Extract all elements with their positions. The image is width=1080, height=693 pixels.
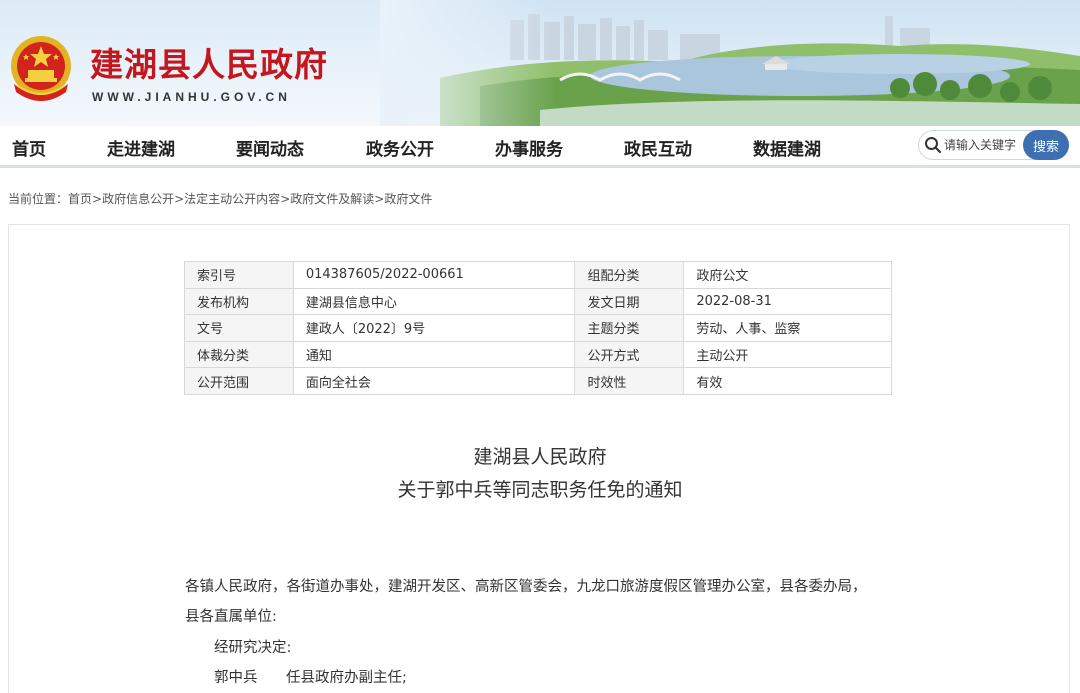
meta-key: 公开范围 xyxy=(184,367,294,395)
meta-value: 主动公开 xyxy=(683,340,892,369)
meta-value: 建湖县信息中心 xyxy=(292,287,576,316)
nav-item-data-jianhu[interactable]: 数据建湖 xyxy=(753,135,821,160)
meta-key: 索引号 xyxy=(184,261,294,289)
city-lake-scenery xyxy=(380,0,1080,126)
breadcrumb-item-documents-interpretation[interactable]: 政府文件及解读 xyxy=(290,192,374,206)
breadcrumb-item-home[interactable]: 首页 xyxy=(68,192,92,206)
meta-key: 发文日期 xyxy=(574,287,685,316)
breadcrumb-item-info-disclosure[interactable]: 政府信息公开 xyxy=(102,192,174,206)
table-row: 发布机构 建湖县信息中心 发文日期 2022-08-31 xyxy=(184,287,892,316)
nav-item-about-jianhu[interactable]: 走进建湖 xyxy=(107,135,175,160)
search-icon xyxy=(925,137,942,154)
breadcrumb: 当前位置：首页>政府信息公开>法定主动公开内容>政府文件及解读>政府文件 xyxy=(8,190,432,207)
meta-value: 2022-08-31 xyxy=(683,287,892,316)
meta-value: 劳动、人事、监察 xyxy=(683,314,892,342)
table-row: 文号 建政人〔2022〕9号 主题分类 劳动、人事、监察 xyxy=(184,314,892,342)
breadcrumb-separator: > xyxy=(280,192,291,206)
table-row: 体裁分类 通知 公开方式 主动公开 xyxy=(184,340,892,369)
site-title[interactable]: 建湖县人民政府 xyxy=(90,38,328,86)
appointee-name: 郭中兵 xyxy=(214,670,258,686)
breadcrumb-item-statutory-content[interactable]: 法定主动公开内容 xyxy=(184,192,280,206)
document-decision: 经研究决定: xyxy=(214,640,292,656)
nav-item-home[interactable]: 首页 xyxy=(12,135,46,160)
meta-key: 体裁分类 xyxy=(184,340,294,369)
nav-item-government-affairs[interactable]: 政务公开 xyxy=(366,135,434,160)
appointee-role: 任县政府办副主任; xyxy=(286,670,407,686)
document-meta-table: 索引号 014387605/2022-00661 组配分类 政府公文 发布机构 … xyxy=(184,261,892,395)
meta-key: 公开方式 xyxy=(574,340,685,369)
meta-value: 014387605/2022-00661 xyxy=(292,261,576,289)
site-url: WWW.JIANHU.GOV.CN xyxy=(92,90,291,104)
breadcrumb-item-government-documents[interactable]: 政府文件 xyxy=(384,192,432,206)
header-banner: 建湖县人民政府 WWW.JIANHU.GOV.CN xyxy=(0,0,1080,126)
table-row: 公开范围 面向全社会 时效性 有效 xyxy=(184,367,892,395)
breadcrumb-separator: > xyxy=(174,192,185,206)
meta-value: 有效 xyxy=(683,367,892,395)
meta-value: 政府公文 xyxy=(683,261,892,289)
meta-value: 面向全社会 xyxy=(292,367,576,395)
document-title-issuer: 建湖县人民政府 xyxy=(473,446,607,468)
document-recipients-cont: 县各直属单位: xyxy=(185,609,277,625)
document-recipients: 各镇人民政府，各街道办事处，建湖开发区、高新区管委会，九龙口旅游度假区管理办公室… xyxy=(185,579,867,595)
search-button[interactable]: 搜索 xyxy=(1023,130,1069,160)
meta-key: 主题分类 xyxy=(574,314,685,342)
meta-key: 组配分类 xyxy=(574,261,685,289)
meta-value: 通知 xyxy=(292,340,576,369)
nav-item-services[interactable]: 办事服务 xyxy=(495,135,563,160)
breadcrumb-prefix: 当前位置： xyxy=(8,192,69,206)
meta-key: 发布机构 xyxy=(184,287,294,316)
table-row: 索引号 014387605/2022-00661 组配分类 政府公文 xyxy=(184,261,892,289)
breadcrumb-separator: > xyxy=(374,192,385,206)
breadcrumb-separator: > xyxy=(92,192,103,206)
meta-value: 建政人〔2022〕9号 xyxy=(292,314,576,342)
national-emblem-icon xyxy=(11,36,71,101)
nav-item-news[interactable]: 要闻动态 xyxy=(236,135,304,160)
meta-key: 时效性 xyxy=(574,367,685,395)
search-input[interactable] xyxy=(944,135,1020,155)
nav-item-interaction[interactable]: 政民互动 xyxy=(624,135,692,160)
document-title: 关于郭中兵等同志职务任免的通知 xyxy=(397,479,683,501)
meta-key: 文号 xyxy=(184,314,294,342)
